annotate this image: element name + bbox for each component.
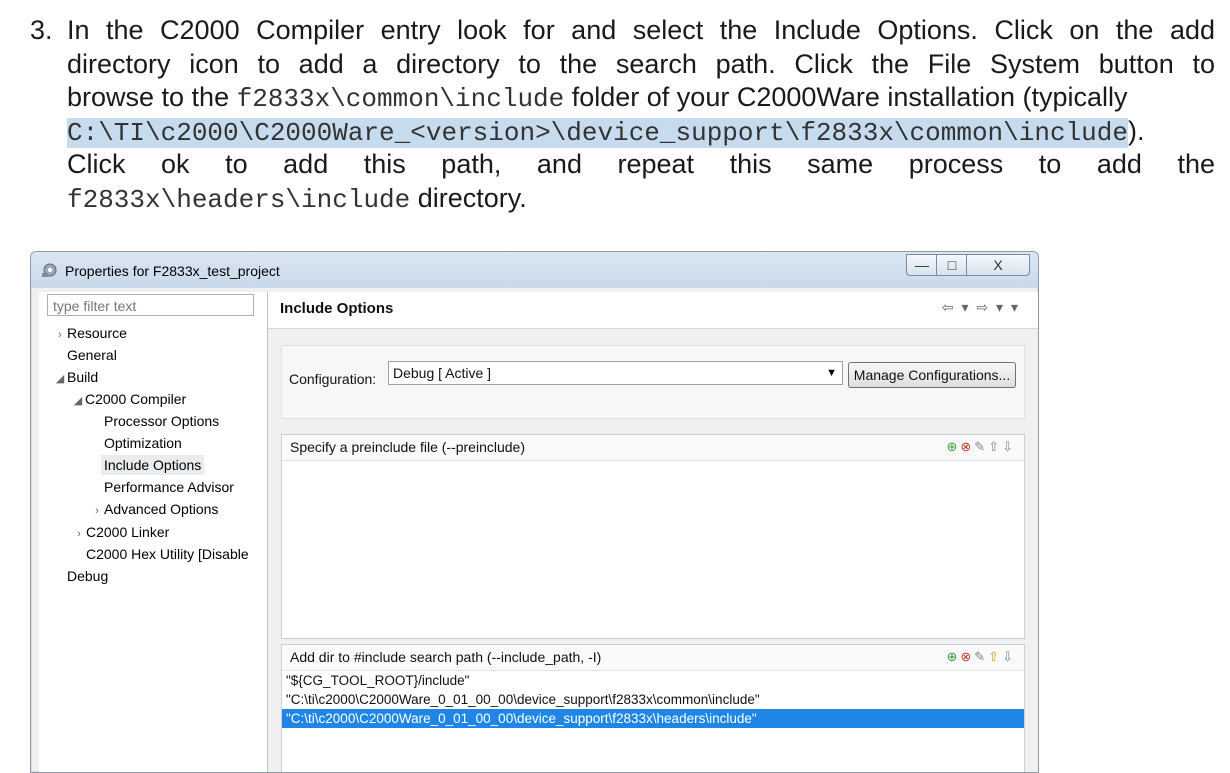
move-up-icon[interactable]: ⇧ xyxy=(988,649,1002,664)
include-options-page: Include Options ⇦ ▾ ⇨ ▾ ▾ Configuration:… xyxy=(268,292,1038,772)
include-path-header: Add dir to #include search path (--inclu… xyxy=(282,645,1024,671)
maximize-button[interactable]: □ xyxy=(936,254,968,276)
path-headers-include: f2833x\headers\include xyxy=(67,184,411,215)
preinclude-label: Specify a preinclude file (--preinclude) xyxy=(290,439,525,455)
navigation-arrows-icon[interactable]: ⇦ ▾ ⇨ ▾ ▾ xyxy=(942,299,1020,316)
minimize-button[interactable]: — xyxy=(906,254,938,276)
tree-item-build[interactable]: ◢ Build xyxy=(53,367,98,387)
properties-tree: type filter text › Resource General ◢ Buil… xyxy=(39,292,268,772)
include-path-item-selected[interactable]: "C:\ti\c2000\C2000Ware_0_01_00_00\device… xyxy=(282,709,1024,728)
move-down-icon[interactable]: ⇩ xyxy=(1002,439,1016,454)
tree-item-advanced-options[interactable]: › Advanced Options xyxy=(90,499,218,519)
tree-item-performance-advisor[interactable]: Performance Advisor xyxy=(104,477,234,497)
collapse-arrow-icon[interactable]: ◢ xyxy=(71,391,85,411)
instruction-line-2: directory icon to add a directory to the… xyxy=(67,48,1215,79)
filter-input[interactable]: type filter text xyxy=(47,294,254,316)
move-up-icon[interactable]: ⇧ xyxy=(988,439,1002,454)
preinclude-toolbar: ⊕⊗✎⇧⇩ xyxy=(946,439,1016,455)
tree-item-c2000-linker[interactable]: › C2000 Linker xyxy=(72,522,169,542)
include-path-item[interactable]: "C:\ti\c2000\C2000Ware_0_01_00_00\device… xyxy=(282,690,1024,709)
close-button[interactable]: X xyxy=(966,254,1030,276)
tree-item-optimization[interactable]: Optimization xyxy=(104,433,182,453)
chevron-down-icon: ▼ xyxy=(826,367,837,379)
edit-icon[interactable]: ✎ xyxy=(974,439,988,454)
instruction-line-5: Click ok to add this path, and repeat th… xyxy=(67,149,1215,179)
maximize-icon: □ xyxy=(947,257,957,273)
preinclude-panel: Specify a preinclude file (--preinclude)… xyxy=(281,434,1025,639)
configuration-label: Configuration: xyxy=(289,371,377,387)
expand-arrow-icon[interactable]: › xyxy=(53,325,67,345)
include-path-label: Add dir to #include search path (--inclu… xyxy=(290,649,602,665)
highlighted-install-path: C:\TI\c2000\C2000Ware_<version>\device_s… xyxy=(67,117,1128,148)
tree-item-general[interactable]: General xyxy=(67,345,117,365)
preinclude-header: Specify a preinclude file (--preinclude)… xyxy=(282,435,1024,461)
tree-item-debug[interactable]: Debug xyxy=(67,566,108,586)
title-bar[interactable]: Properties for F2833x_test_project — □ X xyxy=(31,252,1038,288)
move-down-icon[interactable]: ⇩ xyxy=(1002,649,1016,664)
configuration-select[interactable]: Debug [ Active ] ▼ xyxy=(388,361,843,385)
include-path-toolbar: ⊕⊗✎⇧⇩ xyxy=(946,649,1016,665)
path-common-include: f2833x\common\include xyxy=(236,84,565,114)
add-icon[interactable]: ⊕ xyxy=(946,439,960,454)
step-number: 3. xyxy=(30,15,53,45)
properties-dialog: Properties for F2833x_test_project — □ X… xyxy=(30,251,1039,773)
expand-arrow-icon[interactable]: › xyxy=(72,524,86,544)
instruction-line-4: C:\TI\c2000\C2000Ware_<version>\device_s… xyxy=(67,115,1145,148)
page-header: Include Options ⇦ ▾ ⇨ ▾ ▾ xyxy=(268,292,1038,329)
instruction-line-1: In the C2000 Compiler entry look for and… xyxy=(67,15,1215,45)
include-path-item[interactable]: "${CG_TOOL_ROOT}/include" xyxy=(282,671,1024,690)
tree-item-processor-options[interactable]: Processor Options xyxy=(104,411,219,431)
manage-configurations-button[interactable]: Manage Configurations... xyxy=(848,362,1016,388)
add-directory-icon[interactable]: ⊕ xyxy=(946,649,960,664)
close-icon: X xyxy=(993,257,1003,273)
instruction-paragraph: In the C2000 Compiler entry look for and… xyxy=(67,14,1215,215)
properties-icon xyxy=(42,263,57,277)
configuration-section: Configuration: Debug [ Active ] ▼ Manage… xyxy=(281,345,1025,419)
tree-item-resource[interactable]: › Resource xyxy=(53,323,127,343)
delete-icon[interactable]: ⊗ xyxy=(960,439,974,454)
collapse-arrow-icon[interactable]: ◢ xyxy=(53,369,67,389)
tree-item-include-options[interactable]: Include Options xyxy=(101,455,205,475)
delete-icon[interactable]: ⊗ xyxy=(960,649,974,664)
tree-item-c2000-compiler[interactable]: ◢ C2000 Compiler xyxy=(71,389,186,409)
expand-arrow-icon[interactable]: › xyxy=(90,501,104,521)
tree-item-c2000-hex-utility[interactable]: C2000 Hex Utility [Disable xyxy=(86,544,267,564)
window-title: Properties for F2833x_test_project xyxy=(65,263,280,279)
instruction-line-3: browse to the f2833x\common\include fold… xyxy=(67,82,1128,114)
edit-icon[interactable]: ✎ xyxy=(974,649,988,664)
include-path-panel: Add dir to #include search path (--inclu… xyxy=(281,644,1025,772)
minimize-icon: — xyxy=(915,257,929,273)
instruction-line-6: f2833x\headers\include directory. xyxy=(67,182,527,215)
page-title: Include Options xyxy=(280,300,394,317)
